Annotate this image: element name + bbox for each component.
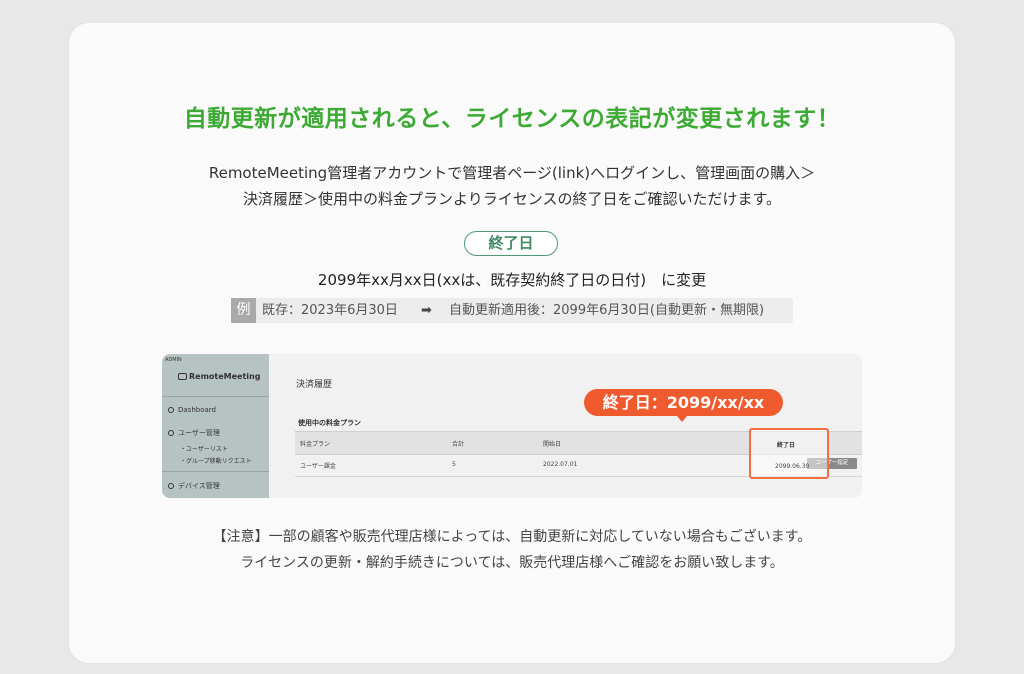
sidebar-divider [162, 396, 269, 397]
sidebar-item-devices: デバイス管理 [168, 481, 220, 491]
user-icon [168, 430, 174, 436]
note: 【注意】一部の顧客や販売代理店様によっては、自動更新に対応していない場合もござい… [0, 524, 1024, 576]
example-row: 例 既存：2023年6月30日 ➡ 自動更新適用後：2099年6月30日(自動更… [231, 298, 793, 323]
change-text: 2099年xx月xx日(xxは、既存契約終了日の日付) に変更 [317, 271, 707, 289]
admin-screenshot: ADMIN RemoteMeeting Dashboard ユーザー管理 ・ユー… [162, 354, 862, 498]
end-date-callout: 終了日：2099/xx/xx [584, 389, 783, 416]
sidebar-item-users: ユーザー管理 [168, 428, 220, 438]
logo: RemoteMeeting [178, 372, 260, 381]
example-after: 自動更新適用後：2099年6月30日(自動更新・無期限) [449, 303, 765, 318]
column-header: 料金プラン [300, 441, 331, 448]
example-before: 既存：2023年6月30日 [262, 303, 398, 318]
sidebar-subitem-user-list: ・ユーザーリスト [180, 446, 228, 453]
column-header: 合計 [452, 441, 465, 448]
sidebar-item-dashboard: Dashboard [168, 406, 216, 414]
total-cell: 5 [452, 461, 456, 468]
sidebar-subitem-group-request: ・グループ移動リクエスト [180, 458, 252, 465]
start-date-cell: 2022.07.01 [543, 461, 578, 468]
headline: 自動更新が適用されると、ライセンスの表記が変更されます！ [183, 106, 841, 132]
note-line-2: ライセンスの更新・解約手続きについては、販売代理店様へご確認をお願い致します。 [240, 555, 784, 571]
screenshot-main: 決済履歴 使用中の料金プラン 料金プラン 合計 開始日 ユーザー課金 5 202… [269, 354, 862, 498]
column-header-end-date: 終了日 [777, 442, 796, 449]
description-line-2: 決済履歴＞使用中の料金プランよりライセンスの終了日をご確認いただけます。 [243, 190, 781, 208]
note-line-1: 【注意】一部の顧客や販売代理店様によっては、自動更新に対応していない場合もござい… [212, 529, 812, 545]
description-line-1: RemoteMeeting管理者アカウントで管理者ページ(link)へログインし… [208, 164, 816, 182]
main-title: 決済履歴 [296, 380, 333, 390]
end-date-pill: 終了日 [464, 231, 558, 256]
plan-cell: ユーザー課金 [300, 463, 336, 470]
sidebar-divider [162, 471, 269, 472]
callout-tail [677, 416, 687, 422]
admin-label: ADMIN [165, 357, 182, 363]
dashboard-icon [168, 407, 174, 413]
logo-text: RemoteMeeting [189, 372, 261, 381]
chat-bubble-icon [178, 373, 187, 380]
end-date-highlight: 終了日 2099.06.30 [749, 428, 829, 479]
device-icon [168, 483, 174, 489]
screenshot-sidebar: ADMIN RemoteMeeting Dashboard ユーザー管理 ・ユー… [162, 354, 269, 498]
arrow-right-icon: ➡ [421, 303, 432, 318]
description: RemoteMeeting管理者アカウントで管理者ページ(link)へログインし… [0, 160, 1024, 212]
example-tag: 例 [231, 298, 256, 323]
column-header: 開始日 [543, 441, 562, 448]
section-title: 使用中の料金プラン [298, 419, 361, 427]
end-date-cell: 2099.06.30 [775, 463, 810, 470]
